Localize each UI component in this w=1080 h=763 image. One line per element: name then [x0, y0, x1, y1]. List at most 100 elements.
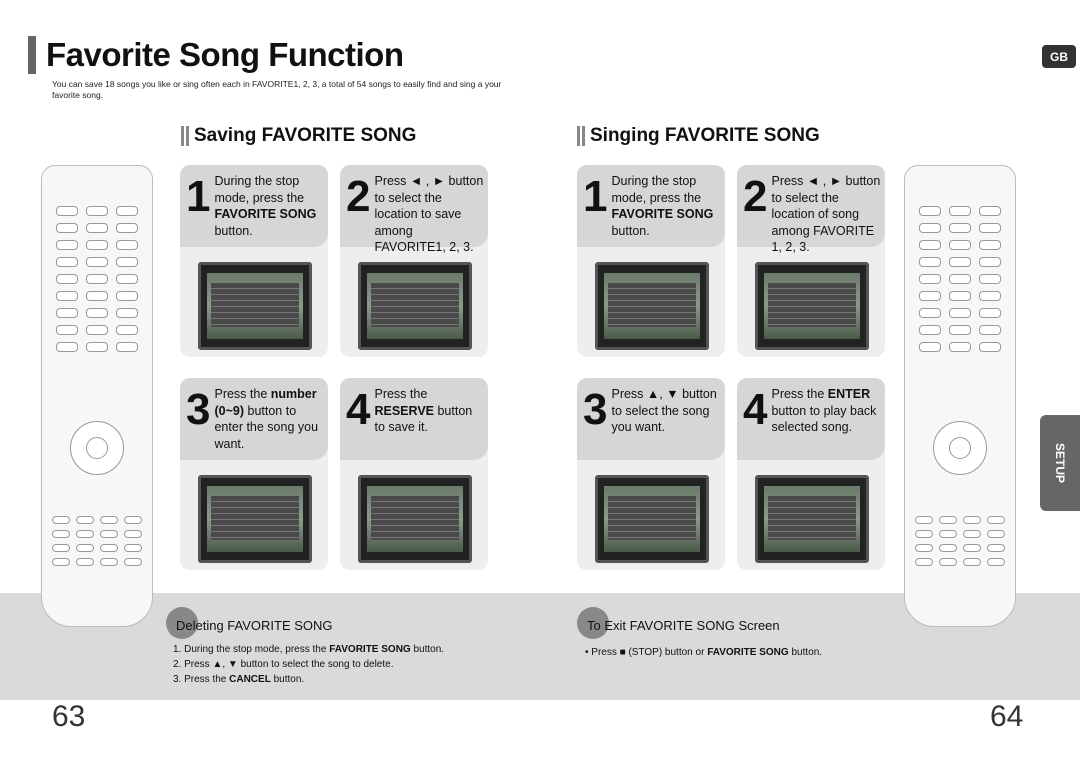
- remote-button: [949, 342, 971, 352]
- remote-button: [116, 274, 138, 284]
- step-text: Press ◄ , ► button to select the locatio…: [771, 174, 881, 254]
- remote-button: [979, 274, 1001, 284]
- step-text: Press the RESERVE button to save it.: [374, 387, 473, 434]
- singing-step-2: 2 Press ◄ , ► button to select the locati…: [737, 165, 885, 357]
- deleting-item: 2. Press ▲, ▼ button to select the song …: [173, 659, 394, 670]
- tv-screen-image: [198, 475, 312, 563]
- step-text: During the stop mode, press the FAVORITE…: [214, 174, 317, 238]
- step-number: 2: [346, 172, 371, 221]
- remote-button: [116, 308, 138, 318]
- deleting-item: 1. During the stop mode, press the FAVOR…: [173, 644, 445, 655]
- remote-button: [915, 544, 933, 552]
- remote-button: [86, 325, 108, 335]
- step-number: 4: [743, 385, 768, 434]
- remote-button: [76, 544, 94, 552]
- remote-button: [979, 308, 1001, 318]
- remote-button: [979, 223, 1001, 233]
- step-text: Press ◄ , ► button to select the locatio…: [374, 174, 484, 254]
- saving-step-1: 1 During the stop mode, press the FAVORIT…: [180, 165, 328, 357]
- remote-button: [919, 223, 941, 233]
- remote-button: [979, 342, 1001, 352]
- step-number: 4: [346, 385, 371, 434]
- remote-button: [52, 530, 70, 538]
- remote-button: [919, 240, 941, 250]
- remote-button: [56, 291, 78, 301]
- remote-button: [56, 206, 78, 216]
- remote-button: [100, 516, 118, 524]
- singing-step-1: 1 During the stop mode, press the FAVORIT…: [577, 165, 725, 357]
- title-bar-accent: [28, 36, 36, 74]
- remote-button: [56, 325, 78, 335]
- remote-button: [116, 240, 138, 250]
- exit-text: • Press ■ (STOP) button or FAVORITE SONG…: [585, 647, 823, 658]
- remote-button: [963, 516, 981, 524]
- remote-button: [919, 308, 941, 318]
- step-text: During the stop mode, press the FAVORITE…: [611, 174, 714, 238]
- remote-button: [919, 274, 941, 284]
- remote-button: [124, 516, 142, 524]
- remote-button: [939, 516, 957, 524]
- tv-screen-image: [198, 262, 312, 350]
- remote-button: [56, 274, 78, 284]
- remote-button: [939, 544, 957, 552]
- remote-button: [979, 325, 1001, 335]
- remote-button: [979, 257, 1001, 267]
- step-text: Press the number (0~9) button to enter t…: [214, 387, 319, 451]
- remote-button: [86, 308, 108, 318]
- saving-step-4: 4 Press the RESERVE button to save it.: [340, 378, 488, 570]
- remote-control-left: [41, 165, 153, 627]
- remote-button: [949, 291, 971, 301]
- remote-button: [56, 257, 78, 267]
- deleting-heading: Deleting FAVORITE SONG: [176, 618, 333, 633]
- remote-button: [116, 206, 138, 216]
- setup-tab-label: SETUP: [1053, 442, 1068, 484]
- remote-button: [52, 516, 70, 524]
- tv-screen-image: [595, 262, 709, 350]
- remote-button: [919, 342, 941, 352]
- tv-screen-image: [358, 262, 472, 350]
- remote-button: [915, 530, 933, 538]
- tv-screen-image: [595, 475, 709, 563]
- remote-button: [124, 530, 142, 538]
- remote-button: [915, 516, 933, 524]
- remote-button: [76, 558, 94, 566]
- remote-button: [919, 257, 941, 267]
- remote-button: [116, 325, 138, 335]
- remote-button: [116, 257, 138, 267]
- remote-enter: [86, 437, 108, 459]
- step-number: 2: [743, 172, 768, 221]
- remote-button: [116, 223, 138, 233]
- remote-button: [939, 530, 957, 538]
- remote-button: [949, 308, 971, 318]
- remote-button: [963, 544, 981, 552]
- remote-control-right: [904, 165, 1016, 627]
- remote-button: [124, 544, 142, 552]
- remote-button: [86, 257, 108, 267]
- step-text: Press the ENTER button to play back sele…: [771, 387, 877, 434]
- remote-button: [100, 544, 118, 552]
- remote-button: [76, 530, 94, 538]
- remote-button: [987, 516, 1005, 524]
- remote-button: [86, 342, 108, 352]
- singing-heading: Singing FAVORITE SONG: [577, 125, 820, 147]
- setup-tab: SETUP: [1040, 415, 1080, 511]
- remote-button: [949, 325, 971, 335]
- remote-button: [979, 291, 1001, 301]
- remote-enter: [949, 437, 971, 459]
- remote-button: [987, 530, 1005, 538]
- remote-button: [86, 206, 108, 216]
- remote-button: [116, 291, 138, 301]
- remote-button: [919, 325, 941, 335]
- singing-step-4: 4 Press the ENTER button to play back sel…: [737, 378, 885, 570]
- remote-button: [86, 274, 108, 284]
- remote-button: [979, 240, 1001, 250]
- remote-button: [86, 240, 108, 250]
- remote-button: [100, 530, 118, 538]
- step-number: 3: [583, 385, 608, 434]
- language-badge: GB: [1042, 45, 1076, 68]
- saving-step-3: 3 Press the number (0~9) button to enter …: [180, 378, 328, 570]
- remote-button: [939, 558, 957, 566]
- remote-button: [56, 342, 78, 352]
- deleting-item: 3. Press the CANCEL button.: [173, 674, 305, 685]
- remote-button: [949, 274, 971, 284]
